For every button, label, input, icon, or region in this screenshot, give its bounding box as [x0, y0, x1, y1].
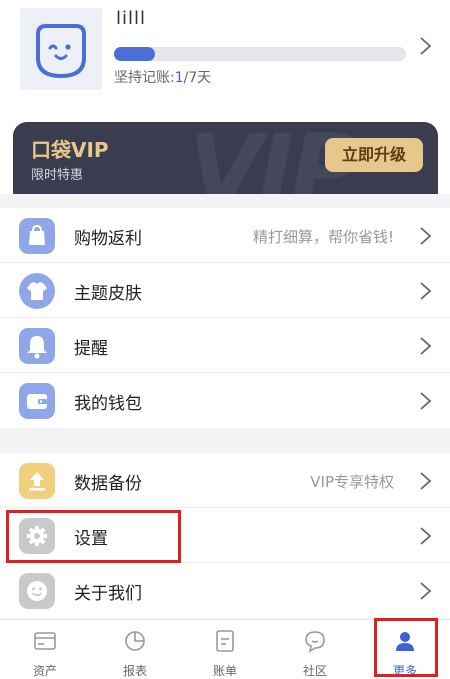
more-tab-highlight-box: [374, 618, 438, 677]
upload-icon: [19, 463, 55, 499]
chevron-right-icon: [420, 472, 432, 490]
tab-bills[interactable]: 账单: [180, 620, 270, 679]
profile-header[interactable]: lilll 坚持记账:1/7天: [0, 0, 450, 112]
streak-current: 1: [174, 70, 184, 86]
streak-progress-bar: [114, 47, 406, 61]
menu-item-about-us[interactable]: 关于我们: [0, 563, 450, 618]
chat-bubble-icon: [305, 631, 325, 653]
menu-item-label: 购物返利: [74, 229, 142, 249]
username: lilll: [116, 8, 147, 29]
vip-banner[interactable]: VIP 口袋VIP 限时特惠 立即升级: [13, 122, 438, 194]
tshirt-icon: [19, 273, 55, 309]
menu-item-label: 我的钱包: [74, 394, 142, 414]
chevron-right-icon[interactable]: [418, 36, 434, 56]
chevron-right-icon: [420, 282, 432, 300]
menu-item-label: 数据备份: [74, 474, 142, 494]
streak-progress-fill: [114, 47, 155, 61]
tab-label: 社区: [302, 664, 327, 678]
tab-label: 报表: [122, 664, 147, 678]
menu-item-label: 关于我们: [74, 584, 142, 604]
menu-item-shopping-rebate[interactable]: 购物返利 精打细算，帮你省钱!: [0, 208, 450, 263]
pie-chart-icon: [125, 631, 145, 651]
tab-reports[interactable]: 报表: [90, 620, 180, 679]
tab-label: 资产: [32, 664, 57, 678]
chevron-right-icon: [420, 337, 432, 355]
menu-item-hint: VIP专享特权: [310, 473, 394, 491]
chevron-right-icon: [420, 227, 432, 245]
bill-icon: [216, 630, 234, 652]
menu-item-wallet[interactable]: 我的钱包: [0, 373, 450, 428]
vip-subtitle: 限时特惠: [31, 168, 84, 183]
menu-item-data-backup[interactable]: 数据备份 VIP专享特权: [0, 453, 450, 508]
streak-text: 坚持记账:1/7天: [114, 70, 212, 86]
tab-label: 账单: [212, 664, 237, 678]
tab-assets[interactable]: 资产: [0, 620, 90, 679]
card-icon: [34, 632, 56, 650]
menu-item-reminder[interactable]: 提醒: [0, 318, 450, 373]
menu-item-hint: 精打细算，帮你省钱!: [252, 228, 394, 246]
vip-title: 口袋VIP: [31, 138, 109, 162]
menu-item-theme-skin[interactable]: 主题皮肤: [0, 263, 450, 318]
upgrade-button[interactable]: 立即升级: [325, 138, 423, 172]
shopping-bag-icon: [19, 218, 55, 254]
menu-item-label: 主题皮肤: [74, 284, 142, 304]
tab-community[interactable]: 社区: [270, 620, 360, 679]
winking-face-icon: [36, 24, 86, 79]
menu-group-features: 购物返利 精打细算，帮你省钱! 主题皮肤 提醒 我的钱包: [0, 208, 450, 428]
chevron-right-icon: [420, 392, 432, 410]
smiley-icon: [19, 573, 55, 609]
avatar[interactable]: [20, 8, 102, 90]
bell-icon: [19, 328, 55, 364]
chevron-right-icon: [420, 527, 432, 545]
settings-highlight-box: [6, 510, 181, 563]
wallet-icon: [19, 383, 55, 419]
menu-item-label: 提醒: [74, 339, 108, 359]
chevron-right-icon: [420, 582, 432, 600]
